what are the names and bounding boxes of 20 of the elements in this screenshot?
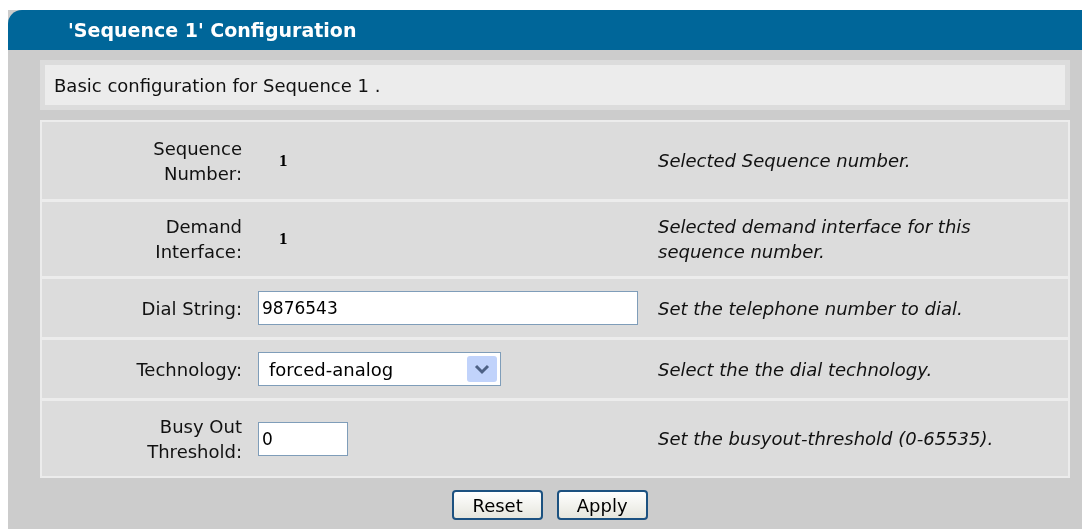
field-label: Sequence Number: xyxy=(152,136,242,186)
field-description: Selected demand interface for this sequence number. xyxy=(658,215,972,264)
field-label: Technology: xyxy=(136,357,242,382)
field-description: Select the the dial technology. xyxy=(658,357,934,382)
intro-text: Basic configuration for Sequence 1 . xyxy=(54,73,381,98)
value-text: 1 xyxy=(279,149,288,172)
input-field[interactable]: 9876543 xyxy=(258,291,638,325)
field-description: Selected Sequence number. xyxy=(658,149,912,173)
field-label: Busy Out Threshold: xyxy=(146,414,242,464)
chevron-down-icon xyxy=(467,356,497,382)
panel-title: 'Sequence 1' Configuration xyxy=(68,17,357,43)
field-description: Set the telephone number to dial. xyxy=(658,296,964,321)
field-label: Dial String: xyxy=(141,296,242,321)
field-label: Demand Interface: xyxy=(154,215,242,264)
input-field[interactable]: 0 xyxy=(258,421,348,456)
value-text: 1 xyxy=(279,228,288,251)
form-button[interactable]: Reset xyxy=(452,490,543,520)
form-button[interactable]: Apply xyxy=(556,490,648,520)
field-description: Set the busyout-threshold (0-65535). xyxy=(658,427,995,451)
dropdown[interactable]: forced-analog xyxy=(258,352,501,386)
